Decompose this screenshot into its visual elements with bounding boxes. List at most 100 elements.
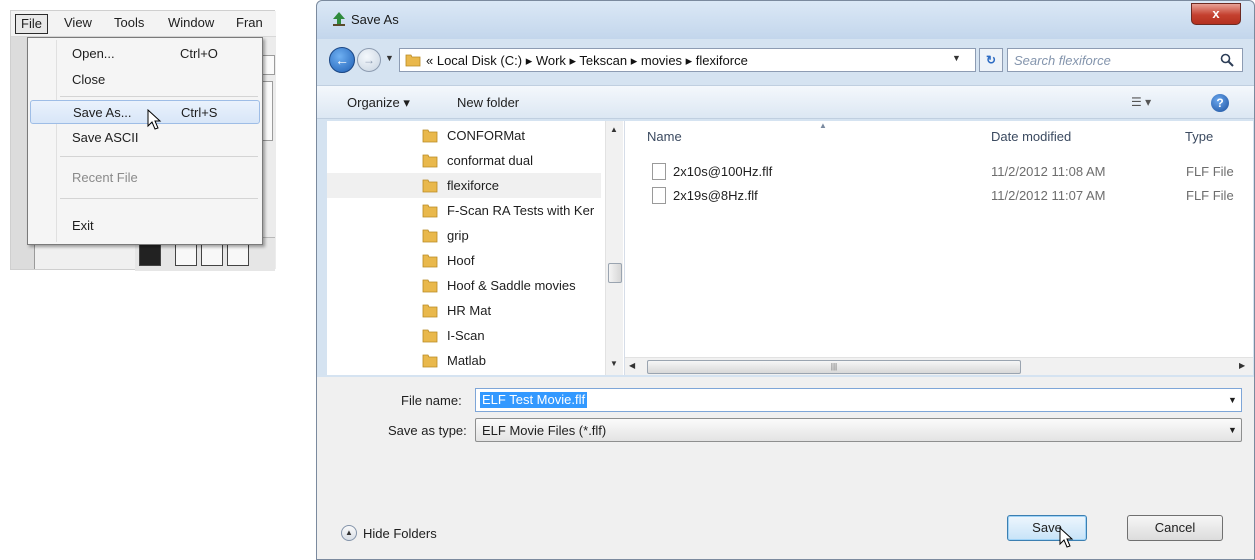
new-folder-button[interactable]: New folder [457, 95, 519, 110]
chevron-down-icon[interactable]: ▼ [1228, 395, 1237, 405]
nav-folder-item-selected[interactable]: flexiforce [327, 173, 601, 198]
scroll-right-icon[interactable]: ▶ [1239, 361, 1245, 370]
folder-icon [422, 204, 438, 218]
organize-button[interactable]: Organize ▾ [347, 95, 410, 111]
column-header-type[interactable]: Type [1185, 129, 1213, 144]
sort-ascending-icon: ▲ [819, 121, 827, 130]
nav-folder-item[interactable]: F-Scan RA Tests with Ker [327, 198, 601, 223]
close-button[interactable]: x [1191, 3, 1241, 25]
menu-view[interactable]: View [59, 14, 97, 34]
menu-item-close[interactable]: Close [30, 68, 260, 92]
menu-item-shortcut: Ctrl+S [181, 105, 218, 120]
menu-item-label: Save ASCII [72, 130, 139, 145]
search-input[interactable] [1014, 52, 1214, 68]
column-header-name[interactable]: Name [647, 129, 682, 144]
address-path: « Local Disk (C:) ▸ Work ▸ Tekscan ▸ mov… [426, 53, 748, 68]
menu-item-exit[interactable]: Exit [30, 214, 260, 238]
nav-scrollbar[interactable]: ▲ ▼ [605, 121, 623, 375]
scroll-up-icon[interactable]: ▲ [610, 125, 618, 134]
file-row[interactable]: 2x19s@8Hz.flf 11/2/2012 11:07 AM FLF Fil… [625, 185, 1253, 207]
folder-icon [422, 129, 438, 143]
nav-folder-item[interactable]: conformat dual [327, 148, 601, 173]
menu-file[interactable]: File [15, 14, 48, 34]
nav-folder-item[interactable]: grip [327, 223, 601, 248]
nav-folder-label: CONFORMat [447, 128, 525, 143]
file-list-pane: ▲ Name Date modified Type 2x10s@100Hz.fl… [625, 121, 1253, 375]
file-menu-dropdown: Open... Ctrl+O Close Save As... Ctrl+S S… [27, 37, 263, 245]
hide-folders-label: Hide Folders [363, 526, 437, 541]
views-icon[interactable]: ☰ ▾ [1131, 95, 1151, 109]
search-icon[interactable] [1220, 53, 1234, 67]
document-icon [652, 187, 666, 204]
step-back-button[interactable] [201, 244, 223, 266]
scroll-thumb[interactable] [608, 263, 622, 283]
folder-icon [422, 329, 438, 343]
menu-item-open[interactable]: Open... Ctrl+O [30, 42, 260, 66]
dialog-titlebar[interactable]: Save As x [317, 1, 1254, 39]
chevron-down-icon[interactable]: ▼ [952, 53, 961, 63]
command-bar: Organize ▾ New folder ☰ ▾ ? [317, 85, 1254, 119]
app-window-snippet: File View Tools Window Fran Open... Ctrl… [10, 10, 276, 271]
chevron-down-icon[interactable]: ▼ [1228, 425, 1237, 435]
menu-item-save-as[interactable]: Save As... Ctrl+S [30, 100, 260, 124]
nav-folder-item[interactable]: CONFORMat [327, 123, 601, 148]
folder-icon [422, 304, 438, 318]
file-name-field[interactable]: ELF Test Movie.flf ▼ [475, 388, 1242, 412]
save-type-label: Save as type: [388, 423, 467, 438]
save-type-select[interactable]: ELF Movie Files (*.flf) ▼ [475, 418, 1242, 442]
nav-folder-item[interactable]: HR Mat [327, 298, 601, 323]
folder-icon [422, 254, 438, 268]
nav-folder-label: flexiforce [447, 178, 500, 193]
menu-item-shortcut: Ctrl+O [180, 46, 218, 61]
folder-icon [405, 54, 421, 67]
save-options-area: File name: ELF Test Movie.flf ▼ Save as … [317, 377, 1254, 559]
navigation-pane: CONFORMat conformat dual flexiforce F-Sc… [327, 121, 625, 375]
file-name: 2x19s@8Hz.flf [673, 188, 758, 203]
file-name-value: ELF Test Movie.flf [480, 392, 588, 408]
rewind-button[interactable] [175, 244, 197, 266]
menu-item-save-ascii[interactable]: Save ASCII [30, 126, 260, 150]
refresh-button[interactable]: ↻ [979, 48, 1003, 72]
menu-item-label: Open... [72, 46, 115, 61]
mouse-cursor-icon [1059, 527, 1074, 548]
menu-separator [60, 96, 258, 97]
menu-separator [60, 198, 258, 199]
history-dropdown-icon[interactable]: ▼ [385, 53, 394, 63]
pause-button[interactable] [227, 244, 249, 266]
record-icon[interactable] [139, 244, 161, 266]
save-button[interactable]: Save [1007, 515, 1087, 541]
address-row: ← → ▼ « Local Disk (C:) ▸ Work ▸ Tekscan… [317, 45, 1254, 75]
file-row[interactable]: 2x10s@100Hz.flf 11/2/2012 11:08 AM FLF F… [625, 161, 1253, 183]
scroll-left-icon[interactable]: ◀ [629, 361, 635, 370]
nav-folder-item[interactable]: Hoof & Saddle movies [327, 273, 601, 298]
address-bar[interactable]: « Local Disk (C:) ▸ Work ▸ Tekscan ▸ mov… [399, 48, 976, 72]
menu-frame[interactable]: Fran [231, 14, 268, 34]
scroll-down-icon[interactable]: ▼ [610, 359, 618, 368]
menu-tools[interactable]: Tools [109, 14, 149, 34]
nav-folder-item[interactable]: I-Scan [327, 323, 601, 348]
help-icon[interactable]: ? [1211, 94, 1229, 112]
save-type-value: ELF Movie Files (*.flf) [482, 423, 607, 438]
folder-icon [422, 154, 438, 168]
file-date: 11/2/2012 11:07 AM [991, 188, 1106, 203]
file-type: FLF File [1186, 164, 1234, 179]
column-header-date[interactable]: Date modified [991, 129, 1071, 144]
forward-button[interactable]: → [357, 48, 381, 72]
menu-item-label: Recent File [72, 170, 138, 185]
folder-icon [422, 354, 438, 368]
nav-folder-item[interactable]: Matlab [327, 348, 601, 373]
search-box [1007, 48, 1243, 72]
nav-folder-item[interactable]: Hoof [327, 248, 601, 273]
menu-window[interactable]: Window [163, 14, 219, 34]
nav-folder-label: grip [447, 228, 469, 243]
horizontal-scrollbar[interactable]: ◀ ||| ▶ [625, 357, 1253, 375]
file-name: 2x10s@100Hz.flf [673, 164, 773, 179]
menu-item-recent-file[interactable]: Recent File [30, 166, 260, 190]
file-date: 11/2/2012 11:08 AM [991, 164, 1106, 179]
cancel-button[interactable]: Cancel [1127, 515, 1223, 541]
scroll-thumb[interactable]: ||| [647, 360, 1021, 374]
back-button[interactable]: ← [329, 47, 355, 73]
menu-item-label: Close [72, 72, 106, 87]
collapse-up-icon: ▲ [341, 525, 357, 541]
menu-bar: File View Tools Window Fran [11, 11, 276, 37]
